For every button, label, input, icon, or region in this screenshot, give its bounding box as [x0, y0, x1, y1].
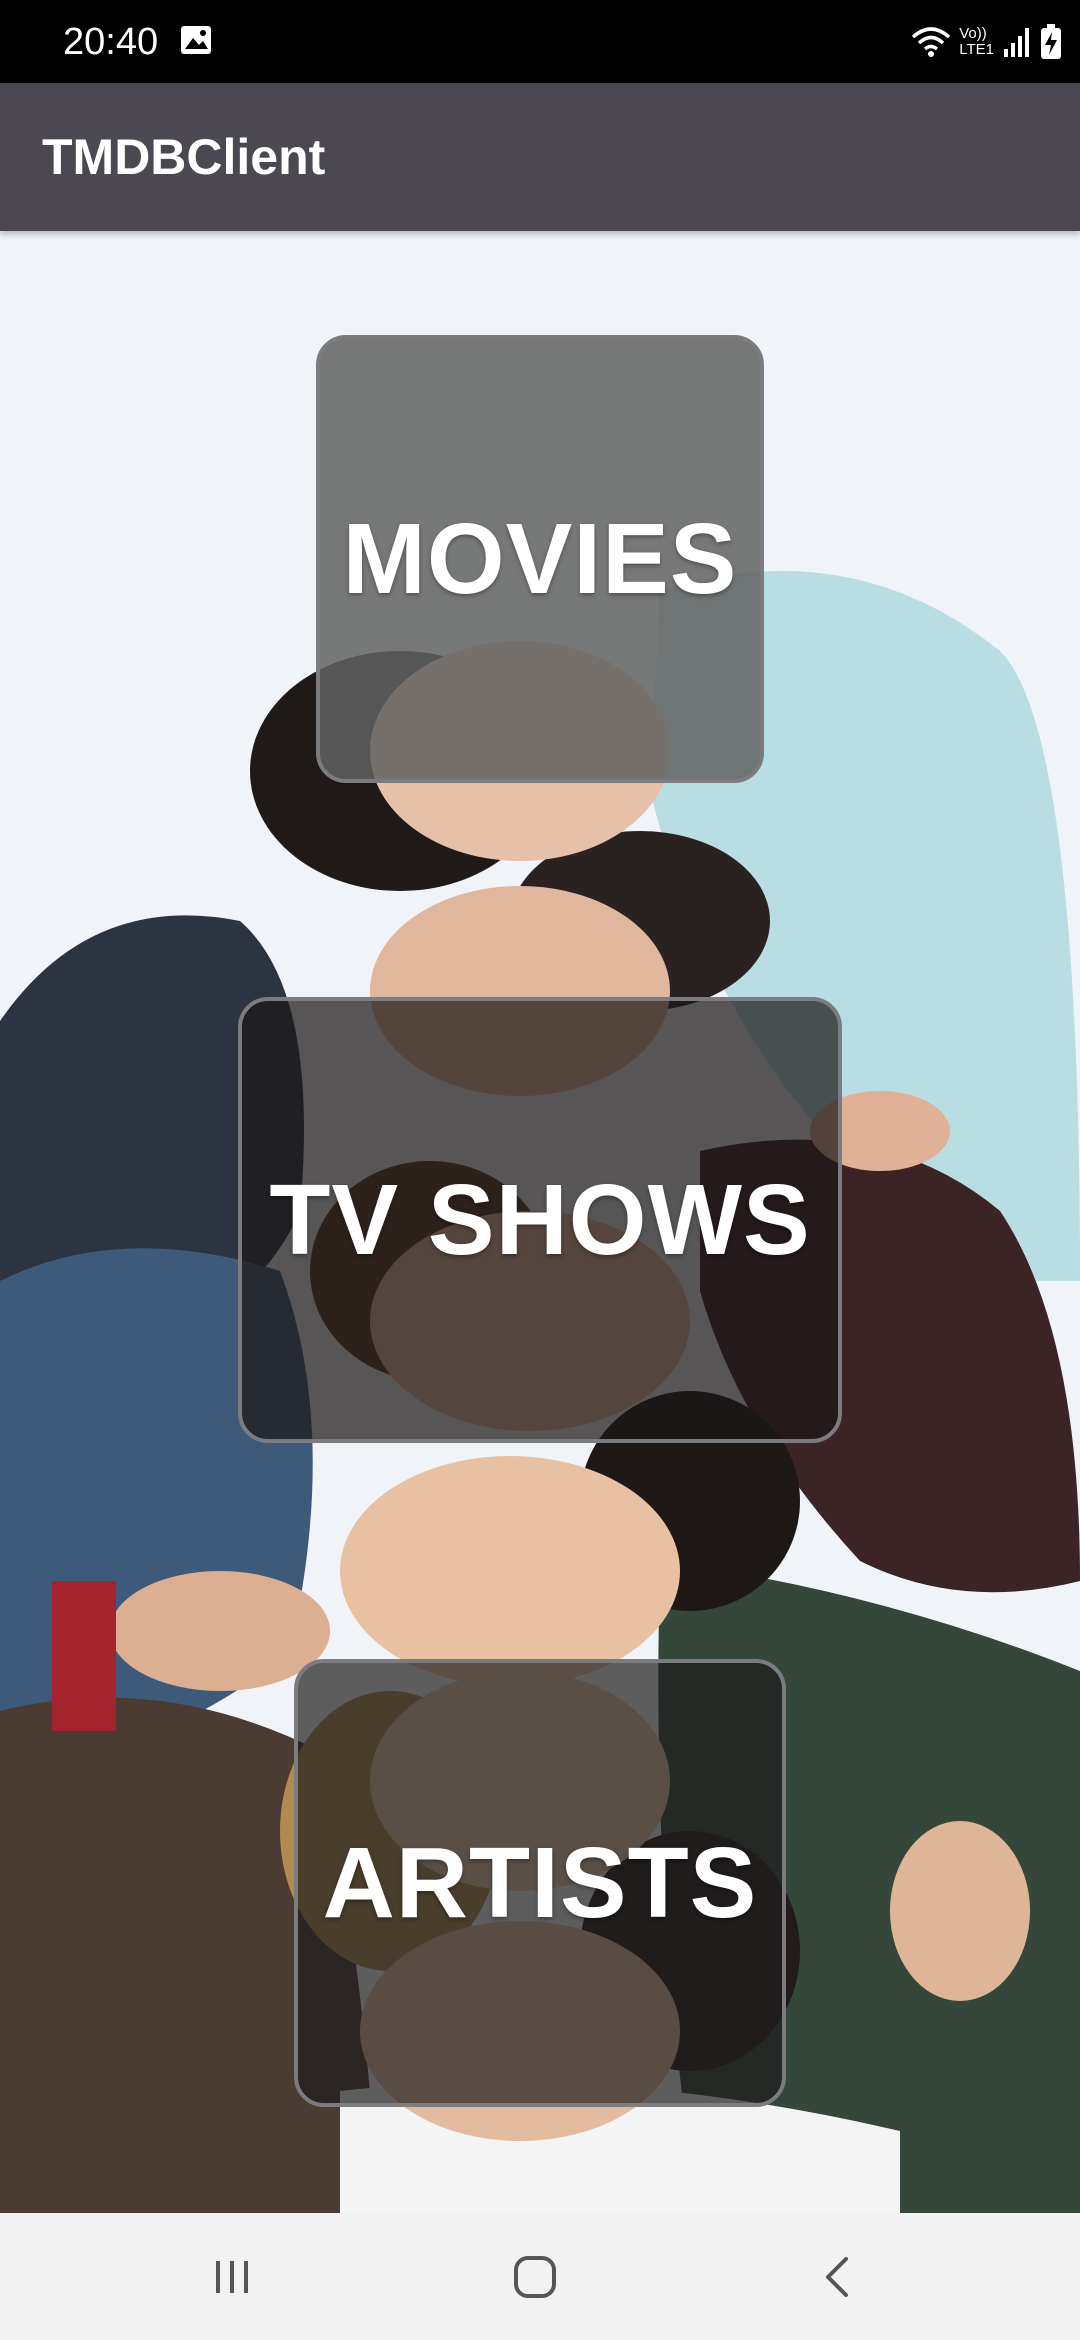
status-icons: Vo)) LTE1: [911, 18, 1062, 66]
app-bar: TMDBClient: [0, 83, 1080, 231]
artists-button[interactable]: ARTISTS: [294, 1659, 786, 2107]
tv-shows-label: TV SHOWS: [269, 1163, 811, 1276]
battery-charging-icon: [1041, 24, 1061, 59]
artists-label: ARTISTS: [322, 1826, 758, 1939]
volte-lte-label: Vo)) LTE1: [959, 26, 994, 58]
home-content: MOVIES TV SHOWS ARTISTS: [0, 231, 1080, 2213]
status-time: 20:40: [63, 21, 159, 63]
movies-label: MOVIES: [342, 502, 738, 615]
network-label-top: Vo)): [959, 25, 987, 42]
app-screen: 20:40 Vo)) LTE1 TMDBClient MOVIES TV SHO…: [0, 0, 1080, 2340]
home-icon: [514, 2256, 556, 2298]
recents-button[interactable]: [172, 2235, 292, 2319]
tv-shows-button[interactable]: TV SHOWS: [238, 997, 842, 1443]
navigation-bar: [0, 2213, 1080, 2340]
gallery-icon: [181, 26, 211, 54]
status-bar: 20:40 Vo)) LTE1: [0, 0, 1080, 83]
back-icon: [826, 2257, 848, 2297]
wifi-icon: [912, 27, 951, 57]
back-button[interactable]: [778, 2235, 898, 2319]
movies-button[interactable]: MOVIES: [316, 335, 764, 783]
home-button[interactable]: [475, 2235, 595, 2319]
signal-icon: [1004, 28, 1029, 57]
network-label-bottom: LTE1: [959, 41, 994, 58]
recents-icon: [216, 2261, 248, 2293]
app-title: TMDBClient: [42, 129, 326, 185]
